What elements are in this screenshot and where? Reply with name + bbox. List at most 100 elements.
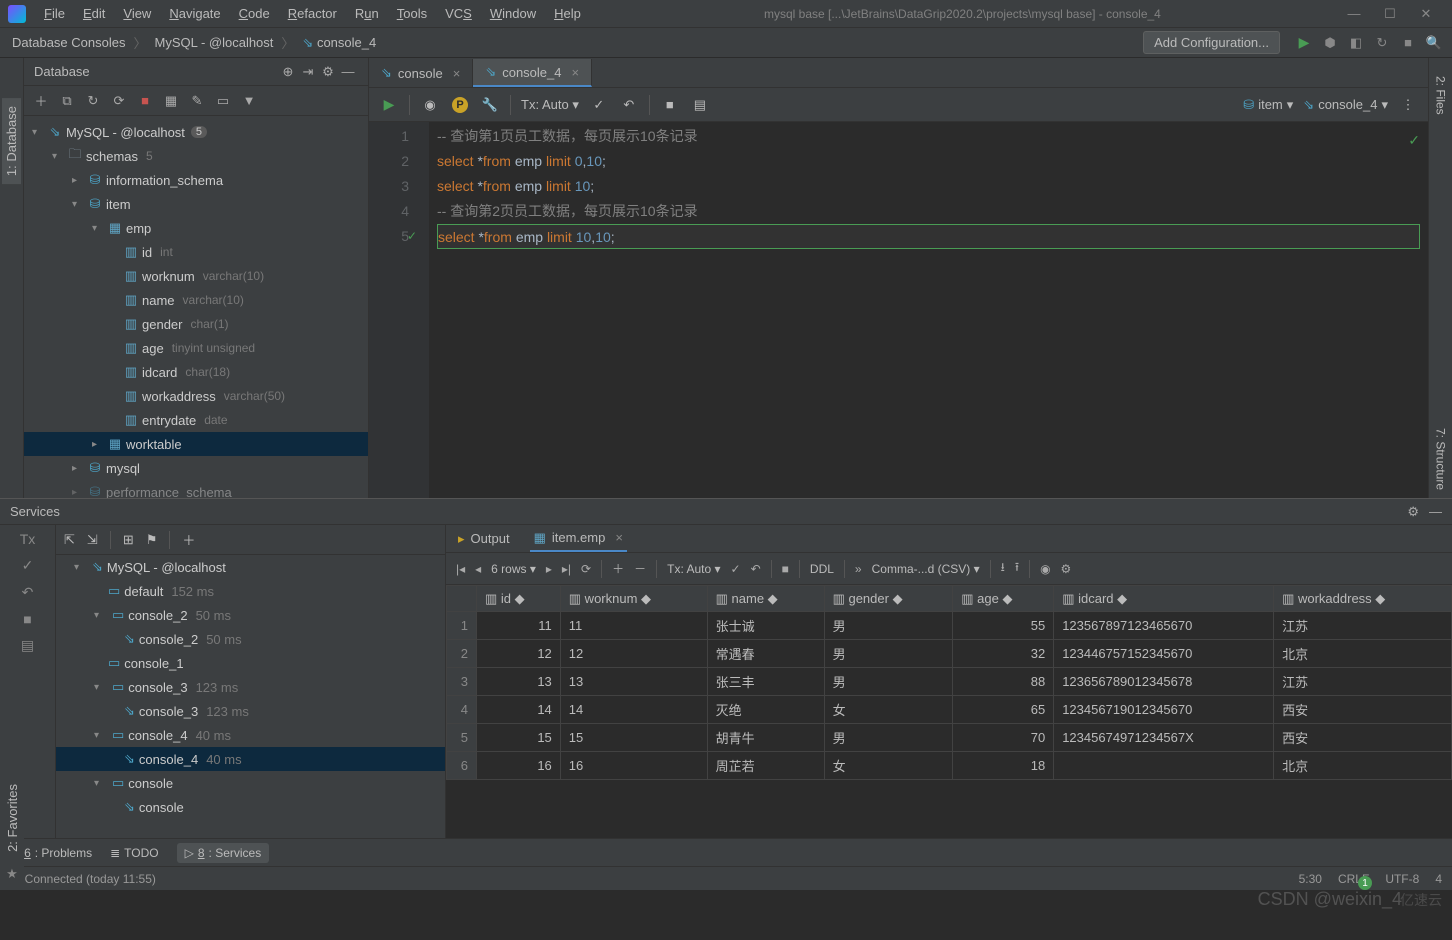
next-page-icon[interactable]: ▸ xyxy=(546,562,552,576)
table-row[interactable]: 61616周芷若女18北京 xyxy=(447,752,1452,780)
stop-red-icon[interactable]: ■ xyxy=(136,92,154,110)
table-row[interactable]: 11111张士诚男55123567897123465670江苏 xyxy=(447,612,1452,640)
ddl-button[interactable]: DDL xyxy=(810,562,834,576)
tree-mysql-schema[interactable]: ▸⛁mysql xyxy=(24,456,368,480)
table-row[interactable]: 21212常遇春男32123446757152345670北京 xyxy=(447,640,1452,668)
crumb-2[interactable]: MySQL - @localhost xyxy=(150,35,277,50)
stop-query-icon[interactable]: ◉ xyxy=(420,95,440,115)
tree-schemas[interactable]: ▾🗀schemas5 xyxy=(24,144,368,168)
search-icon[interactable]: 🔍 xyxy=(1424,33,1444,53)
tree-column[interactable]: ▥idcardchar(18) xyxy=(24,360,368,384)
sync-icon[interactable]: ⟳ xyxy=(110,92,128,110)
crumb-3[interactable]: ⇘ console_4 xyxy=(298,35,380,51)
last-page-icon[interactable]: ▸| xyxy=(562,562,571,576)
tree-perf-schema[interactable]: ▸⛁performance_schema xyxy=(24,480,368,498)
tree-worktable[interactable]: ▸▦worktable xyxy=(24,432,368,456)
run-icon[interactable]: ▶ xyxy=(1294,33,1314,53)
add-icon[interactable]: ＋ xyxy=(32,92,50,110)
svc-console-1[interactable]: ▭console_1 xyxy=(56,651,445,675)
column-header[interactable]: ▥ worknum ◆ xyxy=(560,586,707,612)
tree-info-schema[interactable]: ▸⛁information_schema xyxy=(24,168,368,192)
upload-icon[interactable]: ⭱ xyxy=(1015,558,1019,579)
session-selector[interactable]: ⇘console_4 ▾ xyxy=(1303,97,1388,113)
wrench-icon[interactable]: 🔧 xyxy=(480,95,500,115)
svc-console[interactable]: ⇘console xyxy=(56,795,445,819)
close-icon[interactable]: × xyxy=(453,66,461,81)
menu-view[interactable]: View xyxy=(115,4,159,23)
target-icon[interactable]: ⊕ xyxy=(278,64,298,80)
settings-icon[interactable]: ⚙ xyxy=(318,64,338,80)
close-icon[interactable]: × xyxy=(572,65,580,80)
prev-page-icon[interactable]: ◂ xyxy=(475,562,481,576)
tx-mode-selector[interactable]: Tx: Auto ▾ xyxy=(521,97,579,113)
add-row-icon[interactable]: ＋ xyxy=(612,560,624,577)
crumb-1[interactable]: Database Consoles xyxy=(8,35,129,50)
svc-console-4-grp[interactable]: ▾▭console_440 ms xyxy=(56,723,445,747)
table-row[interactable]: 31313张三丰男88123656789012345678江苏 xyxy=(447,668,1452,696)
todo-tab[interactable]: ≣ TODO xyxy=(110,846,159,860)
coverage-icon[interactable]: ◧ xyxy=(1346,33,1366,53)
filter-icon[interactable]: ▼ xyxy=(240,92,258,110)
column-header[interactable]: ▥ gender ◆ xyxy=(824,586,953,612)
table-row[interactable]: 41414灭绝女65123456719012345670西安 xyxy=(447,696,1452,724)
indent[interactable]: 4 xyxy=(1435,872,1442,886)
column-header[interactable]: ▥ name ◆ xyxy=(707,586,824,612)
tree-column[interactable]: ▥genderchar(1) xyxy=(24,312,368,336)
menu-file[interactable]: File xyxy=(36,4,73,23)
rollback-icon[interactable]: ↶ xyxy=(619,95,639,115)
right-tab-structure[interactable]: 7: Structure xyxy=(1432,420,1450,498)
column-header[interactable]: ▥ idcard ◆ xyxy=(1054,586,1274,612)
menu-window[interactable]: Window xyxy=(482,4,544,23)
collapse-icon[interactable]: ⇥ xyxy=(298,64,318,80)
right-tab-files[interactable]: 2: Files xyxy=(1432,68,1450,123)
code-editor[interactable]: 12345 ✓ ✓ -- 查询第1页员工数据，每页展示10条记录 select … xyxy=(369,122,1428,498)
svc-connection[interactable]: ▾⇘MySQL - @localhost xyxy=(56,555,445,579)
gear-icon[interactable]: ⚙ xyxy=(1407,504,1419,520)
expand-icon[interactable]: ⇱ xyxy=(64,532,75,548)
tree-emp-table[interactable]: ▾▦emp xyxy=(24,216,368,240)
add-service-icon[interactable]: ＋ xyxy=(182,530,195,549)
menu-help[interactable]: Help xyxy=(546,4,589,23)
inspection-ok-icon[interactable]: ✓ xyxy=(1408,128,1420,152)
profile-icon[interactable]: ↻ xyxy=(1372,33,1392,53)
gear-icon[interactable]: ⚙ xyxy=(1061,562,1072,576)
cancel-query-icon[interactable]: ■ xyxy=(782,562,789,576)
encoding[interactable]: UTF-8 xyxy=(1385,872,1419,886)
svc-console-3[interactable]: ⇘console_3123 ms xyxy=(56,699,445,723)
tree-column[interactable]: ▥agetinyint unsigned xyxy=(24,336,368,360)
collapse-all-icon[interactable]: ⇲ xyxy=(87,532,98,548)
row-count[interactable]: 6 rows ▾ xyxy=(491,562,536,576)
filter-flag-icon[interactable]: ⚑ xyxy=(146,532,158,548)
output-tab[interactable]: ▸Output xyxy=(454,527,514,551)
remove-row-icon[interactable]: － xyxy=(634,560,646,577)
edit-icon[interactable]: ✎ xyxy=(188,92,206,110)
tree-column[interactable]: ▥workaddressvarchar(50) xyxy=(24,384,368,408)
layout-icon[interactable]: ▤ xyxy=(21,637,34,654)
left-tab-database[interactable]: 1: Database xyxy=(2,98,21,184)
rollback-icon[interactable]: ↶ xyxy=(22,584,34,601)
result-grid[interactable]: ▥ id ◆▥ worknum ◆▥ name ◆▥ gender ◆▥ age… xyxy=(446,585,1452,838)
hide-icon[interactable]: — xyxy=(338,64,358,79)
tab-console-4[interactable]: ⇘console_4× xyxy=(473,59,592,87)
execute-icon[interactable]: ▶ xyxy=(379,95,399,115)
minimize-button[interactable]: — xyxy=(1336,6,1372,21)
hide-services-icon[interactable]: — xyxy=(1429,504,1442,519)
svc-console-3-grp[interactable]: ▾▭console_3123 ms xyxy=(56,675,445,699)
commit-icon[interactable]: ✓ xyxy=(22,557,34,574)
svc-console-4[interactable]: ⇘console_440 ms xyxy=(56,747,445,771)
svc-default[interactable]: ▭default152 ms xyxy=(56,579,445,603)
tree-datasource[interactable]: ▾⇘MySQL - @localhost5 xyxy=(24,120,368,144)
column-header[interactable]: ▥ age ◆ xyxy=(953,586,1054,612)
tx-mode-results[interactable]: Tx: Auto ▾ xyxy=(667,562,720,576)
cursor-position[interactable]: 5:30 xyxy=(1299,872,1322,886)
cancel-icon[interactable]: ■ xyxy=(23,611,31,627)
column-header[interactable]: ▥ workaddress ◆ xyxy=(1274,586,1452,612)
tree-column[interactable]: ▥namevarchar(10) xyxy=(24,288,368,312)
svc-console-2-grp[interactable]: ▾▭console_250 ms xyxy=(56,603,445,627)
reload-icon[interactable]: ⟳ xyxy=(581,562,591,576)
maximize-button[interactable]: ☐ xyxy=(1372,6,1408,22)
left-tab-favorites[interactable]: 2: Favorites xyxy=(3,776,22,860)
debug-icon[interactable]: ⬢ xyxy=(1320,33,1340,53)
close-button[interactable]: ✕ xyxy=(1408,6,1444,22)
menu-vcs[interactable]: VCS xyxy=(437,4,480,23)
